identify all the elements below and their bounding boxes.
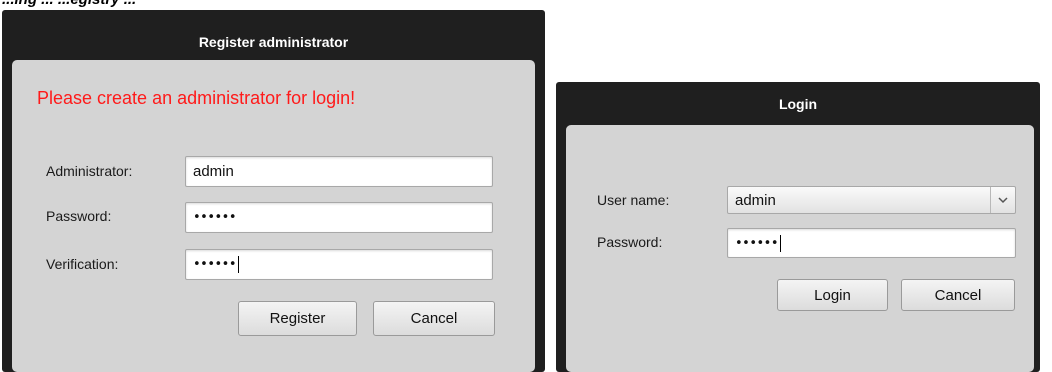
verification-value: ••••••	[193, 257, 237, 272]
text-caret	[780, 234, 782, 252]
login-password-label: Password:	[597, 234, 663, 250]
verification-input[interactable]: ••••••	[185, 249, 493, 280]
administrator-input[interactable]: admin	[185, 156, 493, 187]
register-dialog-title: Register administrator	[198, 34, 349, 50]
login-dialog-title: Login	[778, 96, 818, 112]
register-password-label: Password:	[46, 208, 112, 224]
login-cancel-button[interactable]: Cancel	[901, 279, 1015, 311]
screenshot-canvas: ...ing ... ...egistry ... Register admin…	[0, 0, 1052, 372]
administrator-label: Administrator:	[46, 163, 133, 179]
username-select[interactable]: admin	[727, 186, 1016, 214]
verification-label: Verification:	[46, 256, 119, 272]
register-headline: Please create an administrator for login…	[37, 88, 356, 108]
login-dialog: Login User name: admin Password: •••••• …	[556, 82, 1040, 372]
username-label: User name:	[597, 192, 670, 208]
register-password-value: ••••••	[193, 210, 237, 225]
login-dialog-body: User name: admin Password: •••••• Login …	[566, 125, 1034, 372]
login-button[interactable]: Login	[777, 279, 888, 311]
register-password-input[interactable]: ••••••	[185, 202, 493, 233]
chevron-down-icon[interactable]	[990, 187, 1015, 213]
register-button[interactable]: Register	[238, 301, 357, 336]
register-dialog: Register administrator Please create an …	[2, 10, 545, 372]
register-dialog-body: Please create an administrator for login…	[12, 60, 535, 372]
login-password-value: ••••••	[735, 235, 779, 251]
cropped-caption: ...ing ... ...egistry ...	[2, 0, 136, 8]
text-caret	[238, 256, 240, 273]
username-select-value: admin	[735, 191, 776, 209]
register-cancel-button[interactable]: Cancel	[373, 301, 495, 336]
login-password-input[interactable]: ••••••	[727, 228, 1016, 258]
administrator-input-value: admin	[193, 163, 234, 180]
